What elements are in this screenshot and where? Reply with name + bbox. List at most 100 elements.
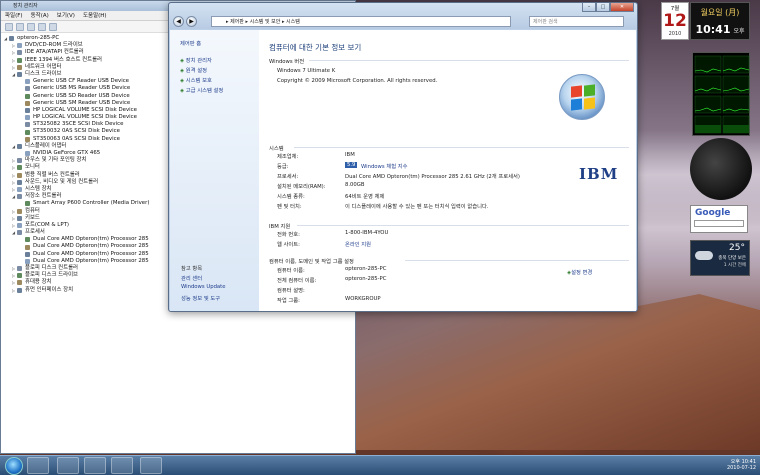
collapse-icon[interactable]: ◢ <box>12 71 16 78</box>
sidebar-item-label: 장치 관리자 <box>185 58 212 64</box>
expand-icon[interactable]: ▷ <box>12 57 16 64</box>
ibm-support-header: IBM 지원 <box>269 224 291 230</box>
help-icon[interactable] <box>38 23 46 31</box>
see-also-action-center[interactable]: 관리 센터 <box>181 274 202 282</box>
expand-icon[interactable]: ▷ <box>12 265 16 272</box>
info-value[interactable]: 온라인 지원 <box>345 240 371 248</box>
expand-icon[interactable]: ▷ <box>12 49 16 56</box>
calendar-gadget[interactable]: 7월 12 2010 <box>661 2 689 40</box>
menu-help[interactable]: 도움말(H) <box>83 11 107 20</box>
properties-icon[interactable] <box>27 23 35 31</box>
info-value: Dual Core AMD Opteron(tm) Processor 285 … <box>345 174 520 180</box>
taskbar-ie-icon[interactable] <box>27 457 49 474</box>
device-icon <box>25 115 30 121</box>
sidebar-item-device-manager[interactable]: ◈ 장치 관리자 <box>180 56 212 64</box>
menu-view[interactable]: 보기(V) <box>57 11 75 20</box>
sidebar-item-protection[interactable]: ◈ 시스템 보호 <box>180 76 212 84</box>
sidebar-item-label: 시스템 보호 <box>185 78 212 84</box>
edition-header: Windows 버전 <box>269 59 305 65</box>
weather-updated: 1 시간 전에 <box>723 263 746 268</box>
expand-icon[interactable]: ▷ <box>12 222 16 229</box>
tree-item-label: Generic USB MS Reader USB Device <box>33 85 131 92</box>
tree-item-label: 네트워크 어댑터 <box>25 63 62 70</box>
close-button[interactable]: ✕ <box>610 3 634 12</box>
expand-icon[interactable]: ▷ <box>12 42 16 49</box>
weather-gadget[interactable]: 25° 충북 단양 보은 1 시간 전에 <box>690 240 750 276</box>
expand-icon[interactable]: ▷ <box>12 179 16 186</box>
expand-icon[interactable]: ▷ <box>12 208 16 215</box>
forward-button[interactable]: ▶ <box>186 16 197 27</box>
weather-place: 충북 단양 보은 <box>718 256 746 261</box>
maximize-button[interactable]: □ <box>596 3 610 12</box>
tree-item-label: HP LOGICAL VOLUME SCSI Disk Device <box>33 106 137 113</box>
device-icon <box>17 280 22 286</box>
info-value: 1-800-IBM-4YOU <box>345 230 389 236</box>
forward-icon[interactable] <box>16 23 24 31</box>
expand-icon[interactable]: ▷ <box>12 157 16 164</box>
expand-icon[interactable]: ▷ <box>12 215 16 222</box>
info-value: 8.00GB <box>345 182 365 188</box>
google-search-gadget[interactable]: Google <box>690 205 748 233</box>
expand-icon[interactable]: ▷ <box>12 186 16 193</box>
sidebar-item-advanced[interactable]: ◈ 고급 시스템 설정 <box>180 86 223 94</box>
moon-gadget[interactable] <box>690 138 752 200</box>
back-button[interactable]: ◀ <box>173 16 184 27</box>
tree-item-label: Dual Core AMD Opteron(tm) Processor 285 <box>33 236 149 243</box>
taskbar-media-player-icon[interactable] <box>84 457 106 474</box>
info-label: 제조업체: <box>277 154 299 160</box>
menu-action[interactable]: 동작(A) <box>31 11 49 20</box>
rating-badge: 5.9 <box>345 162 358 168</box>
collapse-icon[interactable]: ◢ <box>12 229 16 236</box>
tree-item-label: 휴대용 장치 <box>25 279 52 286</box>
menu-file[interactable]: 파일(F) <box>5 11 23 20</box>
info-label: 컴퓨터 설명: <box>277 288 305 294</box>
tree-item-label: 저장소 컨트롤러 <box>25 193 62 200</box>
info-label: 작업 그룹: <box>277 298 300 304</box>
sidebar: 제어판 홈 ◈ 장치 관리자 ◈ 원격 설정 ◈ 시스템 보호 ◈ 고급 시스템… <box>170 30 259 311</box>
expand-icon[interactable]: ▷ <box>12 164 16 171</box>
minimize-button[interactable]: – <box>582 3 596 12</box>
clock-gadget[interactable]: 월요일 (月) 10:41 오후 <box>690 2 750 40</box>
tree-item-label: 디스크 드라이브 <box>25 70 62 77</box>
expand-icon[interactable]: ▷ <box>12 279 16 286</box>
device-icon <box>17 165 22 171</box>
cpu-meter-gadget[interactable] <box>692 52 750 136</box>
see-also-performance[interactable]: 성능 정보 및 도구 <box>181 294 220 302</box>
info-label: 컴퓨터 이름: <box>277 268 305 274</box>
device-icon <box>17 208 22 214</box>
change-settings-link[interactable]: ◈설정 변경 <box>567 268 592 276</box>
scan-hardware-icon[interactable] <box>49 23 57 31</box>
taskbar-control-panel-icon[interactable] <box>111 457 133 474</box>
expand-icon[interactable]: ▷ <box>12 287 16 294</box>
collapse-icon[interactable]: ◢ <box>12 193 16 200</box>
sidebar-item-remote[interactable]: ◈ 원격 설정 <box>180 66 207 74</box>
device-icon <box>17 172 22 178</box>
computer-name-header: 컴퓨터 이름, 도메인 및 작업 그룹 설정 <box>269 259 354 265</box>
expand-icon[interactable]: ▷ <box>12 64 16 71</box>
cpu-graphs <box>694 55 750 134</box>
tree-item-label: 프로세서 <box>25 229 45 236</box>
back-icon[interactable] <box>5 23 13 31</box>
tree-item-label: Dual Core AMD Opteron(tm) Processor 285 <box>33 250 149 257</box>
device-icon <box>17 143 22 149</box>
divider <box>297 225 629 226</box>
see-also-windows-update[interactable]: Windows Update <box>181 284 226 290</box>
collapse-icon[interactable]: ◢ <box>12 143 16 150</box>
divider <box>294 147 629 148</box>
tree-item-label: ST325082 3SCE SCSI Disk Device <box>33 121 124 128</box>
search-input[interactable]: 제어판 검색 <box>529 16 624 27</box>
device-icon <box>25 129 30 135</box>
expand-icon[interactable]: ▷ <box>12 272 16 279</box>
taskbar-explorer-icon[interactable] <box>57 457 79 474</box>
device-icon <box>17 50 22 56</box>
taskbar-app-icon[interactable] <box>140 457 162 474</box>
collapse-icon[interactable]: ◢ <box>4 35 8 42</box>
breadcrumb[interactable]: ▸ 제어판 ▸ 시스템 및 보안 ▸ 시스템 <box>211 16 511 27</box>
sidebar-home-link[interactable]: 제어판 홈 <box>180 39 201 47</box>
info-label: 펜 및 터치: <box>277 204 302 210</box>
expand-icon[interactable]: ▷ <box>12 172 16 179</box>
device-icon <box>25 201 30 207</box>
system-tray-clock[interactable]: 오후 10:41 2010-07-12 <box>727 459 756 471</box>
google-search-input[interactable] <box>694 220 744 227</box>
start-button[interactable] <box>5 457 23 475</box>
